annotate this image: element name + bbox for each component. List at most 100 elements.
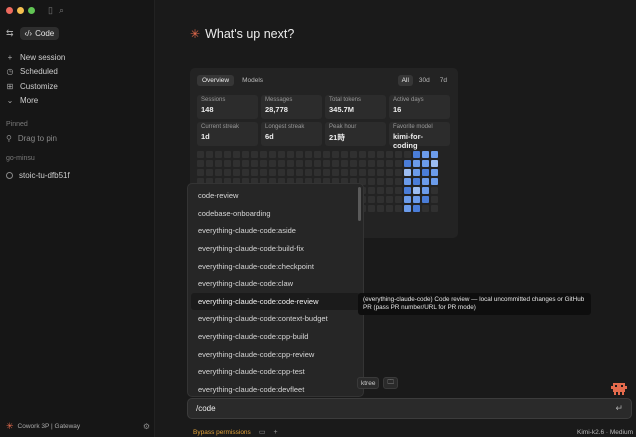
chevron-down-icon: ⌄ — [6, 96, 14, 106]
customize-icon: ⊞ — [6, 81, 14, 91]
stat-sessions: Sessions 148 — [197, 95, 258, 119]
heatmap-cell — [413, 151, 420, 158]
heatmap-cell — [323, 151, 330, 158]
heatmap-cell — [206, 160, 213, 167]
command-option[interactable]: everything-claude-code:cpp-build — [191, 328, 360, 346]
heatmap-cell — [422, 160, 429, 167]
model-selector[interactable]: Kimi-k2.6 · Medium — [577, 429, 633, 436]
heatmap-cell — [422, 196, 429, 203]
heatmap-cell — [332, 160, 339, 167]
heatmap-cell — [368, 160, 375, 167]
close-window-button[interactable] — [6, 7, 13, 14]
sidebar-toggle-icon[interactable]: ▯ — [48, 5, 53, 16]
heatmap-cell — [404, 187, 411, 194]
sidebar-item-more[interactable]: ⌄ More — [6, 94, 146, 109]
command-dropdown[interactable]: code-review codebase-onboarding everything… — [187, 183, 364, 397]
stat-value: 148 — [201, 105, 214, 114]
prompt-input[interactable] — [196, 404, 596, 413]
stat-active-days: Active days 16 — [389, 95, 450, 119]
heatmap-cell — [386, 160, 393, 167]
heatmap-cell — [260, 151, 267, 158]
heatmap-cell — [368, 169, 375, 176]
minimize-window-button[interactable] — [17, 7, 24, 14]
drag-to-pin-label: Drag to pin — [17, 134, 57, 143]
heatmap-cell — [215, 169, 222, 176]
code-mode-label: Code — [35, 29, 55, 38]
command-option[interactable]: everything-claude-code:aside — [191, 222, 360, 240]
enter-icon[interactable]: ↵ — [615, 403, 623, 414]
command-option[interactable]: everything-claude-code:cpp-test — [191, 363, 360, 381]
sidebar-nav: + New session ◷ Scheduled ⊞ Customize ⌄ More — [6, 50, 146, 108]
code-icon: ‹/› — [24, 29, 33, 38]
heatmap-cell — [278, 169, 285, 176]
heatmap-cell — [404, 169, 411, 176]
heatmap-cell — [413, 196, 420, 203]
heatmap-cell — [260, 160, 267, 167]
range-7d[interactable]: 7d — [436, 75, 451, 86]
command-option[interactable]: everything-claude-code:cpp-review — [191, 345, 360, 363]
sidebar-item-label: Customize — [20, 81, 58, 91]
heatmap-cell — [233, 160, 240, 167]
heatmap-cell — [332, 151, 339, 158]
tab-models[interactable]: Models — [237, 75, 268, 86]
add-icon[interactable]: + — [273, 429, 277, 436]
heatmap-cell — [413, 169, 420, 176]
bottom-bar: Bypass permissions ▭ + Kimi-k2.6 · Mediu… — [193, 427, 633, 437]
heatmap-cell — [395, 178, 402, 185]
stat-value: 16 — [393, 105, 402, 114]
heatmap-cell — [269, 151, 276, 158]
range-all[interactable]: All — [397, 74, 413, 86]
heatmap-cell — [278, 160, 285, 167]
dropdown-scrollbar[interactable] — [358, 187, 361, 221]
heatmap-cell — [377, 169, 384, 176]
code-mode-button[interactable]: ‹/› Code — [19, 27, 60, 40]
page-title: ✳ What's up next? — [190, 27, 294, 41]
command-option[interactable]: everything-claude-code:build-fix — [191, 240, 360, 258]
folder-icon[interactable]: 🗀 — [383, 377, 398, 389]
heatmap-cell — [260, 169, 267, 176]
settings-icon[interactable]: ⚙ — [143, 422, 150, 431]
sidebar-item-customize[interactable]: ⊞ Customize — [6, 79, 146, 94]
heatmap-cell — [404, 151, 411, 158]
heatmap-cell — [305, 169, 312, 176]
command-option[interactable]: everything-claude-code:code-review — [191, 292, 360, 311]
sidebar-item-label: More — [20, 96, 39, 106]
attach-icon[interactable]: ▭ — [259, 428, 266, 436]
command-option[interactable]: everything-claude-code:context-budget — [191, 310, 360, 328]
tab-overview[interactable]: Overview — [197, 74, 235, 86]
stat-label: Favorite model — [393, 124, 433, 130]
session-item[interactable]: stoic-tu-dfb51f — [6, 171, 70, 180]
account-label[interactable]: Cowork 3P | Gateway — [18, 423, 81, 430]
heatmap-cell — [350, 169, 357, 176]
heatmap-cell — [377, 205, 384, 212]
heatmap-cell — [395, 160, 402, 167]
bypass-permissions-toggle[interactable]: Bypass permissions — [193, 429, 251, 436]
search-icon[interactable]: ⌕ — [59, 5, 64, 16]
maximize-window-button[interactable] — [28, 7, 35, 14]
command-option[interactable]: everything-claude-code:devfleet — [191, 381, 360, 396]
range-30d[interactable]: 30d — [415, 75, 434, 86]
heatmap-cell — [269, 169, 276, 176]
heatmap-cell — [296, 160, 303, 167]
heatmap-cell — [233, 151, 240, 158]
heatmap-cell — [422, 205, 429, 212]
prompt-input-box[interactable]: ↵ — [187, 398, 632, 419]
heatmap-cell — [413, 187, 420, 194]
heatmap-cell — [395, 187, 402, 194]
sidebar-item-label: Scheduled — [20, 67, 58, 77]
heatmap-cell — [377, 178, 384, 185]
sidebar-item-new-session[interactable]: + New session — [6, 50, 146, 65]
heatmap-cell — [431, 178, 438, 185]
command-option[interactable]: everything-claude-code:checkpoint — [191, 257, 360, 275]
command-option[interactable]: code-review — [191, 187, 360, 205]
heatmap-cell — [359, 151, 366, 158]
plus-icon: + — [7, 52, 13, 62]
command-option[interactable]: everything-claude-code:claw — [191, 275, 360, 293]
switch-mode-icon[interactable]: ⇆ — [6, 28, 14, 39]
command-option[interactable]: codebase-onboarding — [191, 205, 360, 223]
worktree-chip[interactable]: ktree — [357, 377, 380, 389]
heatmap-cell — [341, 151, 348, 158]
stat-label: Peak hour — [329, 124, 357, 130]
sidebar-item-scheduled[interactable]: ◷ Scheduled — [6, 65, 146, 80]
heatmap-cell — [395, 196, 402, 203]
